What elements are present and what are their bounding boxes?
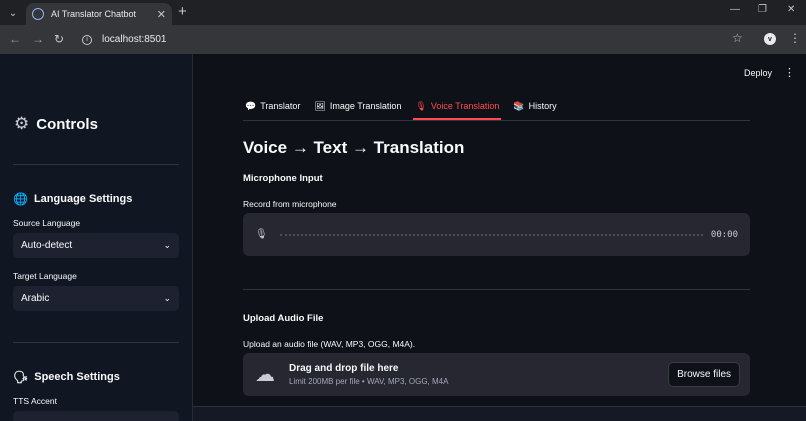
source-language-select[interactable]: Auto-detect ⌄ [13,233,179,258]
dropzone-text: Drag and drop file here Limit 200MB per … [289,363,668,386]
browser-chrome: ⌄ AI Translator Chatbot ✕ + — ❐ ✕ ← → ↻ … [0,0,806,54]
dropzone-limits: Limit 200MB per file • WAV, MP3, OGG, M4… [289,377,449,386]
window-close-icon[interactable]: ✕ [787,4,795,15]
bookmark-star-icon[interactable]: ☆ [732,31,743,45]
target-language-value: Arabic [21,293,50,304]
target-language-select[interactable]: Arabic ⌄ [13,286,179,311]
deploy-button[interactable]: Deploy [744,68,772,78]
picture-icon: 🖼 [314,101,326,111]
file-dropzone[interactable]: ☁ Drag and drop file here Limit 200MB pe… [243,353,750,396]
tab-title: AI Translator Chatbot [51,9,137,19]
address-bar[interactable]: i localhost:8501 [74,29,754,50]
tab-history[interactable]: 📚 History [511,99,558,120]
microphone-input-heading: Microphone Input [243,173,323,184]
site-info-icon[interactable]: i [82,34,92,45]
browser-toolbar: ← → ↻ i localhost:8501 ☆ v ⋮ [0,25,806,54]
sidebar-divider [13,342,179,343]
minimize-icon[interactable]: — [730,4,740,15]
globe-icon: 🌐 [13,192,28,206]
page-title: Voice → Text → Translation [243,138,465,157]
speech-settings-heading: 🗣 Speech Settings [13,370,120,384]
upload-audio-heading: Upload Audio File [243,313,324,324]
reload-icon[interactable]: ↻ [54,32,64,46]
browser-menu-kebab-icon[interactable]: ⋮ [789,31,801,45]
source-language-value: Auto-detect [21,240,73,251]
chevron-down-icon: ⌄ [163,240,171,250]
source-language-label: Source Language [13,218,81,228]
tab-translator[interactable]: 💬 Translator [243,99,302,120]
target-language-label: Target Language [13,271,77,281]
upload-caption: Upload an audio file (WAV, MP3, OGG, M4A… [243,339,416,349]
chevron-down-icon: ⌄ [163,293,171,303]
language-settings-heading: 🌐 Language Settings [13,192,133,206]
close-icon[interactable]: ✕ [157,8,166,21]
new-tab-plus-icon[interactable]: + [178,4,187,20]
profile-avatar[interactable]: v [764,33,776,45]
cloud-upload-icon: ☁ [255,364,275,386]
books-icon: 📚 [513,101,525,111]
waveform [279,233,703,236]
back-arrow-icon[interactable]: ← [9,32,21,46]
restore-icon[interactable]: ❐ [758,4,767,15]
sidebar-divider [13,164,179,165]
tab-search-chevron-icon[interactable]: ⌄ [4,4,22,22]
dropzone-title: Drag and drop file here [289,363,399,374]
speech-bubble-icon: 💬 [245,101,257,111]
tab-strip: ⌄ AI Translator Chatbot ✕ + — ❐ ✕ [0,0,806,25]
tab-image-translation[interactable]: 🖼 Image Translation [312,99,403,120]
microphone-icon: 🎙 [415,101,427,111]
browse-files-button[interactable]: Browse files [668,362,740,387]
browser-tab[interactable]: AI Translator Chatbot ✕ [26,3,172,25]
bottom-bar [193,406,806,421]
tts-accent-label: TTS Accent [13,396,57,406]
audio-recorder: 🎙 00:00 [243,213,750,256]
forward-arrow-icon[interactable]: → [32,32,44,46]
section-divider [243,289,750,290]
address-url: localhost:8501 [102,34,167,45]
globe-icon [32,8,44,20]
sidebar-title: ⚙ Controls [14,114,98,133]
microphone-icon[interactable]: 🎙 [255,229,268,240]
gear-icon: ⚙ [14,114,30,133]
tts-accent-select[interactable] [13,411,179,421]
tab-voice-translation[interactable]: 🎙 Voice Translation [413,99,502,120]
record-caption: Record from microphone [243,199,337,209]
speaking-head-icon: 🗣 [13,370,29,384]
main-tabs: 💬 Translator 🖼 Image Translation 🎙 Voice… [243,99,750,121]
app-menu-kebab-icon[interactable]: ⋮ [784,66,795,79]
recording-timer: 00:00 [710,229,738,240]
